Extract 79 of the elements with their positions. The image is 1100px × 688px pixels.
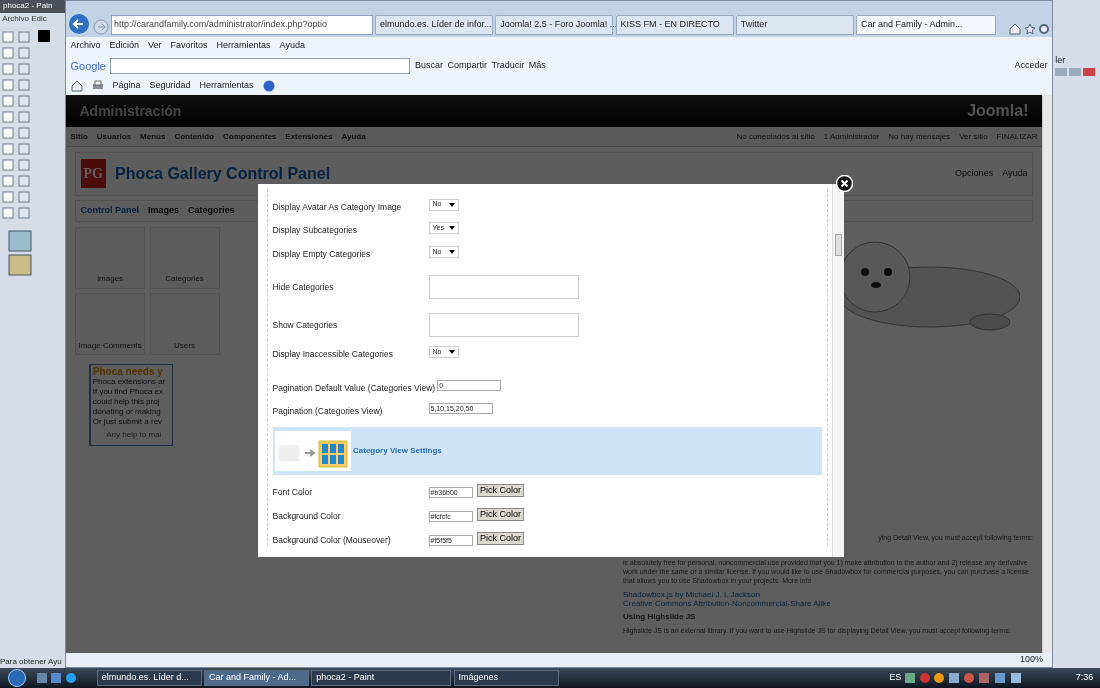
taskbar-button[interactable]: Car and Family - Ad... bbox=[204, 670, 309, 686]
language-indicator[interactable]: ES bbox=[889, 671, 902, 685]
page-title: Phoca Gallery Control Panel bbox=[114, 163, 331, 184]
back-icon[interactable] bbox=[68, 12, 91, 35]
field-label: Pagination (Categories View) bbox=[272, 405, 384, 418]
caret-icon bbox=[448, 250, 455, 254]
menu-item[interactable]: Favoritos bbox=[170, 39, 208, 53]
address-bar[interactable]: http://carandfamily.com/administrator/index.php?optio bbox=[110, 14, 373, 35]
pick-color-button[interactable]: Pick Color bbox=[477, 507, 524, 521]
list-field[interactable] bbox=[428, 312, 579, 337]
browser-tab[interactable]: Joomla! 2.5 - Foro Joomla! ... bbox=[495, 14, 614, 35]
toolbar-button[interactable]: Traducir bbox=[491, 59, 525, 73]
browser-tab[interactable]: elmundo.es. Líder de infor... bbox=[375, 14, 493, 35]
toolbar-button[interactable]: Herramientas bbox=[199, 79, 254, 93]
field-label: Background Color bbox=[272, 509, 342, 523]
section-heading: Using Highslide JS bbox=[623, 612, 697, 621]
field-label: Display Empty Categories bbox=[272, 248, 372, 261]
star-icon[interactable] bbox=[1023, 22, 1036, 35]
caret-icon bbox=[448, 349, 455, 354]
field-label: Display Avatar As Category Image bbox=[272, 200, 403, 214]
close-icon[interactable] bbox=[836, 175, 853, 192]
search-field[interactable] bbox=[110, 58, 411, 74]
toolbar-button[interactable]: Seguridad bbox=[149, 79, 191, 93]
menu-item[interactable]: Herramientas bbox=[216, 39, 271, 53]
toolbar-label: ler bbox=[1055, 54, 1067, 67]
toolbar-button[interactable]: Compartir bbox=[447, 59, 487, 73]
window-controls-icon bbox=[1055, 67, 1096, 76]
browser-tab[interactable]: Car and Family - Admin... bbox=[856, 14, 996, 35]
toolbar-button[interactable]: Buscar bbox=[415, 59, 443, 73]
address-text: http://carandfamily.com/administrator/index.php?optio bbox=[114, 18, 327, 31]
header-title: Administración bbox=[79, 101, 182, 121]
list-field[interactable] bbox=[428, 274, 579, 299]
toolbar-button[interactable]: Página bbox=[112, 79, 141, 93]
google-logo: Google bbox=[70, 58, 106, 74]
zoom-level[interactable]: 100% bbox=[1019, 653, 1043, 667]
support-text: Phoca extensions ar bbox=[92, 377, 167, 388]
taskbar-button[interactable]: elmundo.es. Líder d... bbox=[96, 670, 202, 686]
section-title: Category View Settings bbox=[353, 445, 442, 457]
taskbar-button[interactable]: Imágenes bbox=[453, 670, 559, 686]
caret-icon bbox=[448, 202, 455, 207]
support-text: could help this proj bbox=[92, 397, 161, 408]
browser-tab[interactable]: Twitter bbox=[735, 14, 854, 35]
status-text: Para obtener Ayu bbox=[0, 656, 63, 668]
printer-icon[interactable] bbox=[91, 80, 104, 92]
pick-color-button[interactable]: Pick Color bbox=[477, 531, 524, 545]
settings-icon[interactable] bbox=[1037, 22, 1050, 35]
support-text: If you find Phoca ex bbox=[92, 387, 164, 398]
field-label: Display Subcategories bbox=[272, 224, 359, 237]
help-icon[interactable] bbox=[262, 80, 275, 92]
support-text: donating or making bbox=[92, 407, 162, 418]
sign-in-link[interactable]: Acceder bbox=[1014, 59, 1048, 73]
field-label: Hide Categories bbox=[272, 280, 335, 294]
scrollbar[interactable] bbox=[1042, 95, 1052, 653]
home-icon[interactable] bbox=[1009, 22, 1022, 35]
menu-item[interactable]: Edición bbox=[109, 39, 140, 53]
field-label: Show Categories bbox=[272, 318, 339, 332]
taskbar-button[interactable]: phoca2 - Paint bbox=[311, 670, 452, 686]
support-text: Or just submit a rev bbox=[92, 417, 164, 428]
field-label: Font Color bbox=[272, 486, 314, 499]
category-view-icon bbox=[274, 431, 351, 471]
support-title: Phoca needs y bbox=[92, 367, 164, 378]
browser-tab[interactable]: KISS FM - EN DIRECTO bbox=[615, 14, 734, 35]
component-logo: PG bbox=[80, 159, 106, 188]
field-label: Pagination Default Value (Categories View) bbox=[272, 381, 437, 395]
menu-item[interactable]: Archivo bbox=[70, 39, 101, 53]
joomla-logo: Joomla! bbox=[967, 101, 1029, 121]
modal-scrollbar[interactable] bbox=[832, 184, 844, 557]
menu-item[interactable]: Ver bbox=[148, 39, 162, 53]
menu-item[interactable]: Edic bbox=[31, 13, 47, 26]
field-label: Display Inaccessible Categories bbox=[272, 347, 394, 361]
clock: 7:36 bbox=[1075, 671, 1094, 685]
window-title: phoca2 - Pain bbox=[0, 0, 65, 13]
menu-item[interactable]: Ayuda bbox=[279, 39, 305, 53]
menu-item[interactable]: Archivo bbox=[2, 13, 29, 26]
pick-color-button[interactable]: Pick Color bbox=[477, 484, 524, 497]
field-label: Background Color (Mouseover) bbox=[272, 533, 392, 547]
toolbar-button[interactable]: Más bbox=[528, 59, 546, 73]
home-icon[interactable] bbox=[70, 80, 83, 92]
caret-icon bbox=[448, 226, 455, 231]
